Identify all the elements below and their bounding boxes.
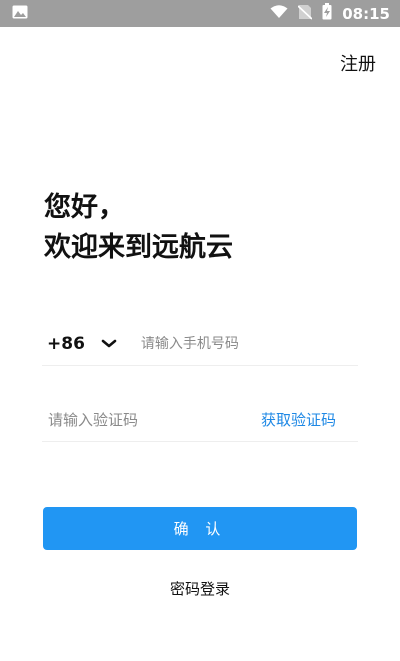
confirm-button[interactable]: 确 认 <box>43 507 357 550</box>
verification-field-row: 获取验证码 <box>42 398 358 442</box>
status-right: 08:15 <box>270 3 390 24</box>
greeting-title: 您好， 欢迎来到远航云 <box>44 188 233 268</box>
battery-charging-icon <box>322 3 332 24</box>
register-link[interactable]: 注册 <box>340 50 376 76</box>
wifi-icon <box>270 4 288 23</box>
greeting-line-2: 欢迎来到远航云 <box>44 232 233 263</box>
chevron-down-icon[interactable] <box>99 334 119 354</box>
status-left <box>12 4 28 23</box>
verification-code-input[interactable] <box>48 410 261 429</box>
status-time: 08:15 <box>342 4 390 23</box>
status-bar: 08:15 <box>0 0 400 27</box>
image-icon <box>12 4 28 23</box>
password-login-link[interactable]: 密码登录 <box>0 578 400 599</box>
country-code-selector[interactable]: +86 <box>47 334 85 354</box>
phone-input[interactable] <box>140 335 358 352</box>
phone-field-row: +86 <box>42 322 358 366</box>
greeting-line-1: 您好， <box>44 192 125 223</box>
no-sim-icon <box>297 4 313 24</box>
get-code-button[interactable]: 获取验证码 <box>261 409 336 430</box>
